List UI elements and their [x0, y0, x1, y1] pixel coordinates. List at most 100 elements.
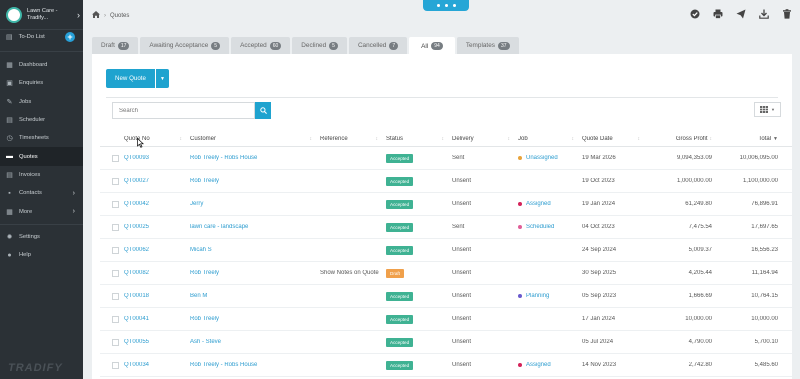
- row-checkbox[interactable]: [112, 315, 119, 323]
- customer-link[interactable]: Ash - Steve: [190, 339, 320, 345]
- quote-number-link[interactable]: QT00025: [124, 224, 190, 230]
- row-checkbox[interactable]: [112, 177, 119, 185]
- sidebar-item-settings[interactable]: ✹ Settings: [0, 228, 83, 246]
- tab-cancelled[interactable]: Cancelled 7: [348, 37, 408, 54]
- more-menu-button[interactable]: [423, 0, 469, 11]
- job-link[interactable]: Unassigned: [526, 155, 558, 161]
- gross-profit-cell: 4,790.00: [688, 339, 712, 345]
- header-status[interactable]: Status ↕: [386, 136, 452, 142]
- add-todo-button[interactable]: +: [65, 32, 75, 42]
- customer-link[interactable]: Rob Treely: [190, 178, 320, 184]
- print-icon[interactable]: [713, 9, 723, 19]
- wrench-icon: ✎: [6, 98, 13, 106]
- dot: [452, 4, 456, 7]
- table-row[interactable]: QT00062 Micah S Accepted Unsent 24 Sep 2024 5…: [100, 239, 792, 262]
- customer-link[interactable]: Rob Treely - Robs House: [190, 155, 320, 161]
- quote-number-link[interactable]: QT00062: [124, 247, 190, 253]
- status-cell: Draft: [386, 268, 452, 278]
- sidebar-item-more[interactable]: ▦ More ›: [0, 202, 83, 220]
- tab-declined[interactable]: Declined 5: [292, 37, 347, 54]
- tab-awaiting-acceptance[interactable]: Awaiting Acceptance 5: [140, 37, 230, 54]
- tab-accepted[interactable]: Accepted 60: [231, 37, 291, 54]
- new-quote-dropdown-button[interactable]: ▼: [155, 69, 169, 88]
- search-input[interactable]: [112, 102, 255, 119]
- table-row[interactable]: QT00041 Rob Treely Accepted Unsent 17 Jan 20…: [100, 308, 792, 331]
- customer-link[interactable]: lawn care - landscape: [190, 224, 320, 230]
- row-checkbox[interactable]: [112, 223, 119, 231]
- table-row[interactable]: QT00018 Ben M Accepted Unsent Planning 05 Sep…: [100, 285, 792, 308]
- tab-draft[interactable]: Draft 17: [92, 37, 139, 54]
- header-delivery[interactable]: Delivery ↕: [452, 136, 518, 142]
- column-chooser-button[interactable]: ▼: [754, 102, 781, 117]
- row-checkbox[interactable]: [112, 361, 119, 369]
- job-link[interactable]: Assigned: [526, 201, 551, 207]
- sidebar-item-scheduler[interactable]: ▤ Scheduler: [0, 111, 83, 129]
- quote-date-cell: 17 Jan 2024: [582, 316, 616, 322]
- send-icon[interactable]: [736, 9, 746, 19]
- job-link[interactable]: Assigned: [526, 362, 551, 368]
- header-label: Gross Profit: [675, 136, 708, 142]
- job-link[interactable]: Planning: [526, 293, 549, 299]
- quote-number-link[interactable]: QT00041: [124, 316, 190, 322]
- table-row[interactable]: QT00082 Rob Treely Show Notes on Quote Draf…: [100, 262, 792, 285]
- sidebar-item-quotes[interactable]: ▬ Quotes: [0, 147, 83, 166]
- customer-link[interactable]: Micah S: [190, 247, 320, 253]
- table-row[interactable]: QT00027 Rob Treely Accepted Unsent 19 Oct 20…: [100, 170, 792, 193]
- customer-link[interactable]: Rob Treely: [190, 316, 320, 322]
- table-columns-icon: [760, 106, 769, 113]
- quote-number-link[interactable]: QT00018: [124, 293, 190, 299]
- header-job[interactable]: Job ↕: [518, 136, 582, 142]
- download-icon[interactable]: [759, 9, 769, 19]
- header-customer[interactable]: Customer ↕: [190, 136, 320, 142]
- table-row[interactable]: QT00055 Ash - Steve Accepted Unsent 05 Jul 2…: [100, 331, 792, 354]
- row-checkbox[interactable]: [112, 292, 119, 300]
- table-row[interactable]: QT00093 Rob Treely - Robs House Accepted Se…: [100, 147, 792, 170]
- row-checkbox[interactable]: [112, 269, 119, 277]
- sidebar-item-enquiries[interactable]: ▣ Enquiries: [0, 74, 83, 92]
- tab-all[interactable]: All 94: [409, 37, 455, 55]
- check-circle-icon[interactable]: [690, 9, 700, 19]
- header-reference[interactable]: Reference ↕: [320, 136, 386, 142]
- org-switcher[interactable]: Lawn Care - Tradify... ›: [0, 0, 83, 30]
- header-quote-date[interactable]: Quote Date ↕: [582, 136, 648, 142]
- home-icon[interactable]: [92, 11, 100, 20]
- quote-number-link[interactable]: QT00093: [124, 155, 190, 161]
- header-quote-no[interactable]: Quote No ↕: [124, 136, 190, 142]
- customer-link[interactable]: Jerry: [190, 201, 320, 207]
- sidebar-item-contacts[interactable]: ▪ Contacts ›: [0, 184, 83, 202]
- customer-link[interactable]: Ben M: [190, 293, 320, 299]
- sidebar-item-dashboard[interactable]: ▦ Dashboard: [0, 56, 83, 74]
- header-gross-profit[interactable]: Gross Profit ↕: [648, 136, 712, 142]
- sidebar-item-timesheets[interactable]: ◷ Timesheets: [0, 129, 83, 147]
- sidebar-item-jobs[interactable]: ✎ Jobs: [0, 93, 83, 111]
- header-total[interactable]: Total ▼: [712, 136, 778, 142]
- new-quote-button[interactable]: New Quote: [106, 69, 155, 88]
- tab-templates[interactable]: Templates 37: [456, 37, 519, 54]
- quote-date-cell: 19 Oct 2023: [582, 178, 615, 184]
- mouse-cursor: [137, 137, 145, 150]
- row-checkbox[interactable]: [112, 246, 119, 254]
- quote-number-link[interactable]: QT00042: [124, 201, 190, 207]
- table-row[interactable]: QT00042 Jerry Accepted Unsent Assigned 19 Jan…: [100, 193, 792, 216]
- customer-link[interactable]: Rob Treely - Robs House: [190, 362, 320, 368]
- gross-profit-cell: 1,000,000.00: [676, 178, 712, 184]
- customer-link[interactable]: Rob Treely: [190, 270, 320, 276]
- job-link[interactable]: Scheduled: [526, 224, 554, 230]
- table-row[interactable]: QT00025 lawn care - landscape Accepted Sent…: [100, 216, 792, 239]
- quote-number-link[interactable]: QT00034: [124, 362, 190, 368]
- row-checkbox[interactable]: [112, 200, 119, 208]
- trash-icon[interactable]: [782, 9, 792, 19]
- todo-list-item[interactable]: ▤ To-Do List +: [0, 30, 83, 44]
- quote-number-link[interactable]: QT00082: [124, 270, 190, 276]
- status-cell: Accepted: [386, 199, 452, 209]
- quote-number-link[interactable]: QT00055: [124, 339, 190, 345]
- tab-count-badge: 17: [117, 41, 130, 50]
- row-select: [100, 361, 124, 369]
- sidebar-item-invoices[interactable]: ▤ Invoices: [0, 166, 83, 184]
- table-row[interactable]: QT00034 Rob Treely - Robs House Accepted Un…: [100, 354, 792, 377]
- sidebar-item-help[interactable]: ● Help: [0, 246, 83, 264]
- search-button[interactable]: [255, 102, 271, 119]
- row-checkbox[interactable]: [112, 154, 119, 162]
- quote-number-link[interactable]: QT00027: [124, 178, 190, 184]
- row-checkbox[interactable]: [112, 338, 119, 346]
